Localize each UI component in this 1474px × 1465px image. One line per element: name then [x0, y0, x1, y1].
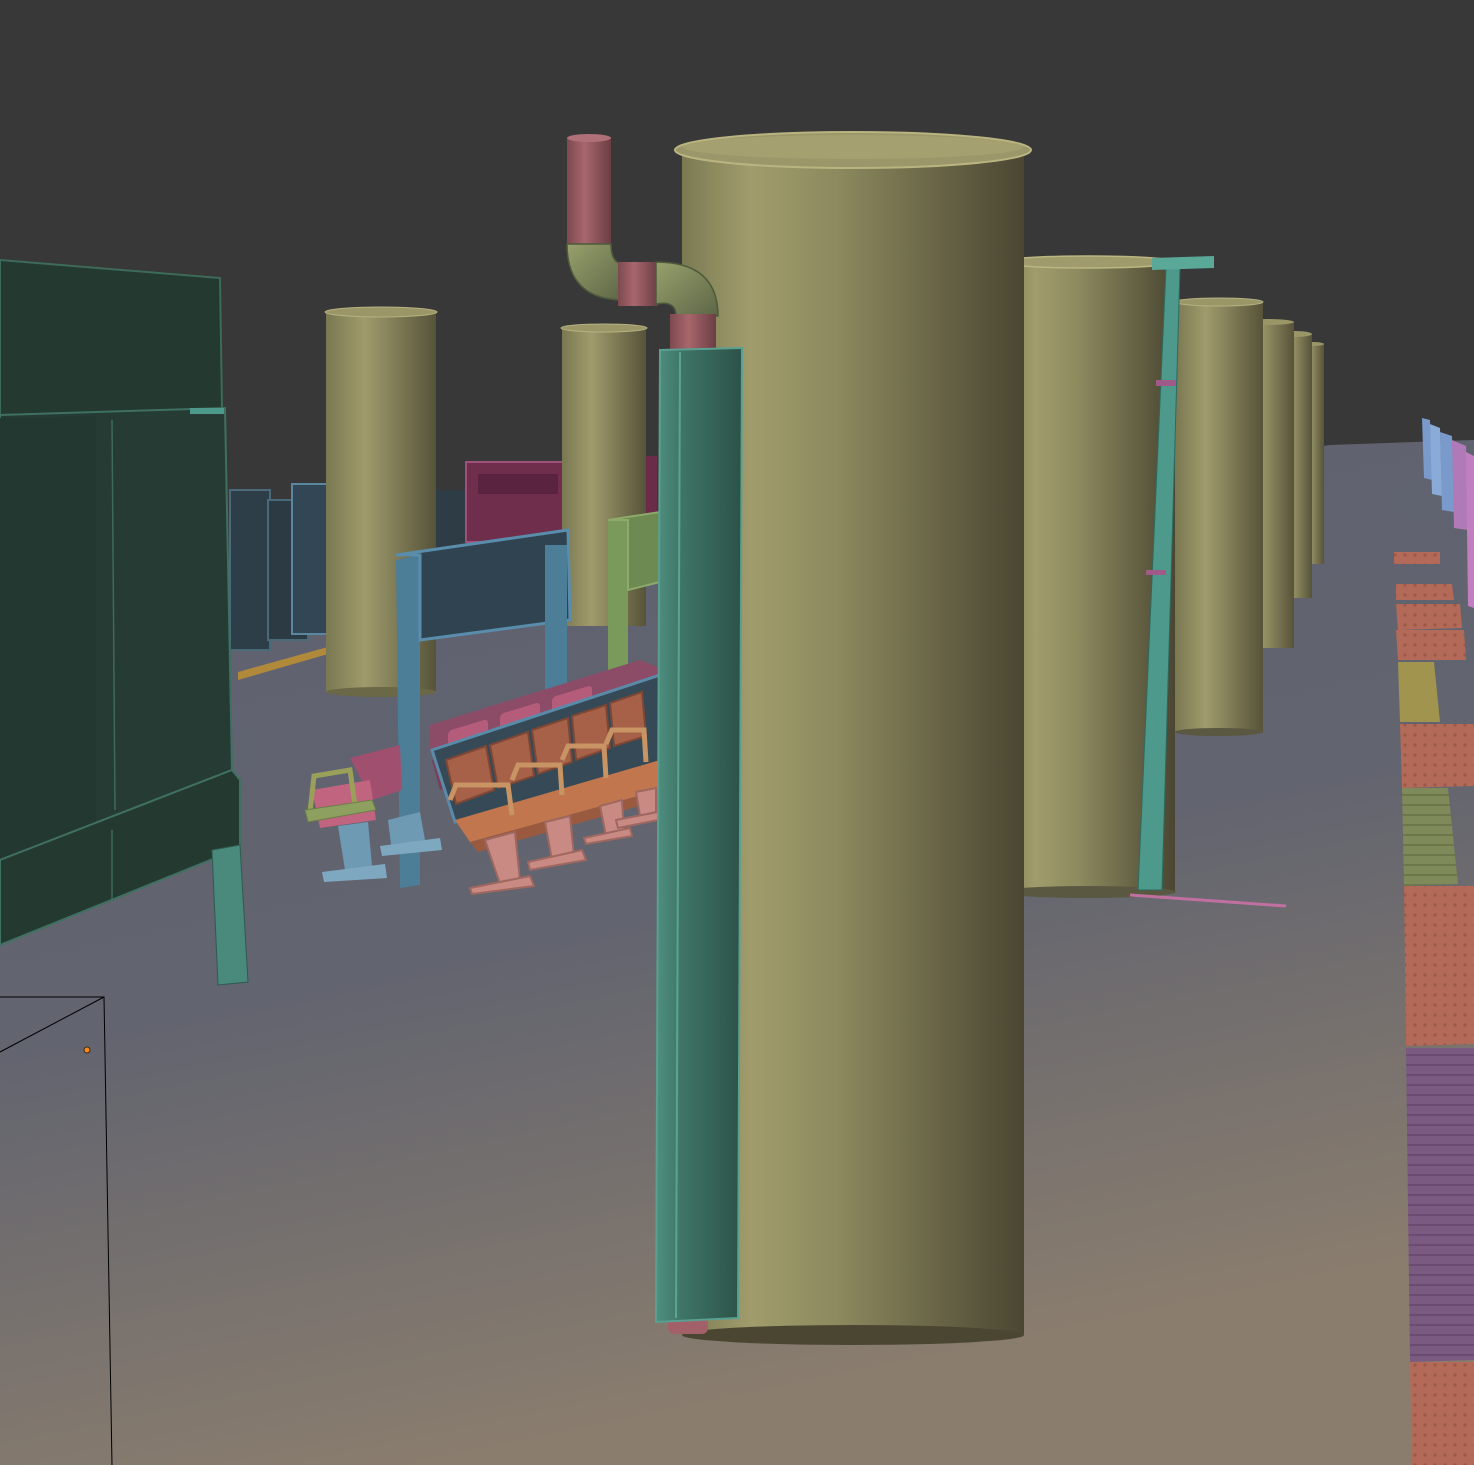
3d-viewport[interactable] — [0, 0, 1474, 1465]
teal-post[interactable] — [654, 346, 744, 1324]
origin-dot[interactable] — [83, 1046, 91, 1054]
viewport-canvas[interactable] — [0, 0, 1474, 1465]
